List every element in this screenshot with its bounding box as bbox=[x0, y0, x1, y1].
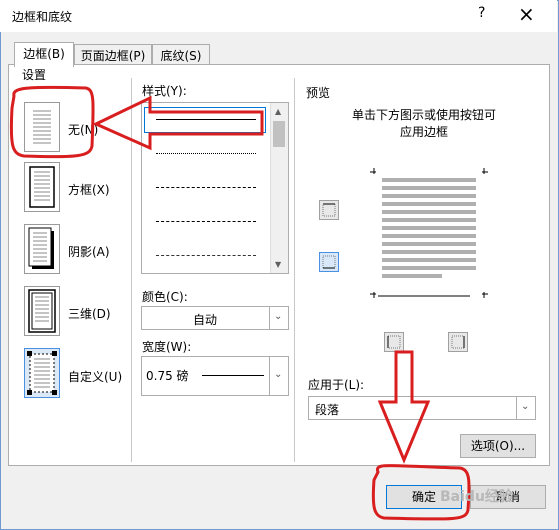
red-annotation-overlay bbox=[9, 85, 471, 521]
tab-borders[interactable]: 边框(B) bbox=[14, 42, 74, 67]
watermark: Baidu经验 bbox=[440, 489, 513, 505]
tab-borders-label: 边框(B) bbox=[23, 47, 65, 61]
